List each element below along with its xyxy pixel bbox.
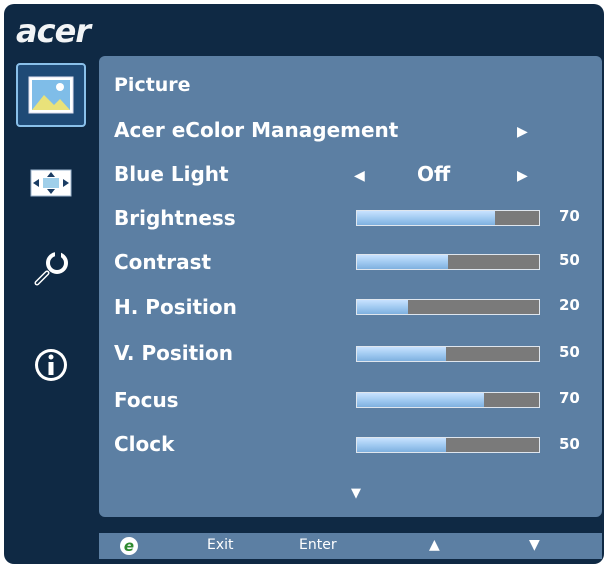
- slider-fill: [357, 347, 447, 361]
- acer-logo: acer: [16, 12, 91, 50]
- sidebar-item-position[interactable]: [16, 151, 86, 215]
- chevron-right-icon[interactable]: ▶: [517, 124, 528, 140]
- brightness-value: 70: [559, 207, 580, 225]
- bluelight-value: Off: [417, 162, 451, 186]
- info-icon: [35, 349, 67, 381]
- slider-fill: [357, 255, 448, 269]
- triangle-down-icon[interactable]: ▼: [529, 537, 540, 553]
- brightness-slider[interactable]: [356, 210, 540, 226]
- position-icon: [30, 169, 72, 197]
- section-title: Picture: [114, 74, 191, 96]
- v-position-slider[interactable]: [356, 346, 540, 362]
- picture-menu-panel: Picture Acer eColor Management ▶ Blue Li…: [99, 56, 602, 517]
- focus-label: Focus: [114, 388, 179, 412]
- slider-fill: [357, 300, 408, 314]
- scroll-down-icon[interactable]: ▼: [351, 486, 361, 501]
- sidebar: [4, 59, 99, 519]
- enter-button[interactable]: Enter: [299, 537, 337, 553]
- svg-text:e: e: [124, 537, 134, 555]
- clock-value: 50: [559, 435, 580, 453]
- clock-slider[interactable]: [356, 437, 540, 453]
- focus-value: 70: [559, 389, 580, 407]
- footer-bar: e Exit Enter ▲ ▼: [99, 533, 602, 559]
- picture-icon: [28, 76, 74, 114]
- slider-fill: [357, 438, 447, 452]
- contrast-value: 50: [559, 251, 580, 269]
- clock-label: Clock: [114, 432, 175, 456]
- contrast-label: Contrast: [114, 250, 212, 274]
- focus-slider[interactable]: [356, 392, 540, 408]
- sidebar-item-info[interactable]: [16, 333, 86, 397]
- osd-window: acer Picture Acer eColor Management ▶ Bl…: [4, 4, 604, 564]
- h-position-value: 20: [559, 296, 580, 314]
- e-logo-icon: e: [120, 537, 138, 555]
- slider-fill: [357, 393, 485, 407]
- ecolor-menu-item[interactable]: Acer eColor Management: [114, 118, 398, 142]
- h-position-label: H. Position: [114, 295, 237, 319]
- chevron-left-icon[interactable]: ◀: [354, 168, 365, 184]
- slider-fill: [357, 211, 496, 225]
- brightness-label: Brightness: [114, 206, 236, 230]
- triangle-up-icon[interactable]: ▲: [429, 537, 440, 553]
- chevron-right-icon[interactable]: ▶: [517, 168, 528, 184]
- contrast-slider[interactable]: [356, 254, 540, 270]
- sidebar-item-settings[interactable]: [16, 237, 86, 301]
- v-position-label: V. Position: [114, 341, 234, 365]
- settings-icon: [34, 251, 68, 286]
- v-position-value: 50: [559, 343, 580, 361]
- sidebar-item-picture[interactable]: [16, 63, 86, 127]
- exit-button[interactable]: Exit: [207, 537, 234, 553]
- bluelight-menu-item[interactable]: Blue Light: [114, 162, 229, 186]
- h-position-slider[interactable]: [356, 299, 540, 315]
